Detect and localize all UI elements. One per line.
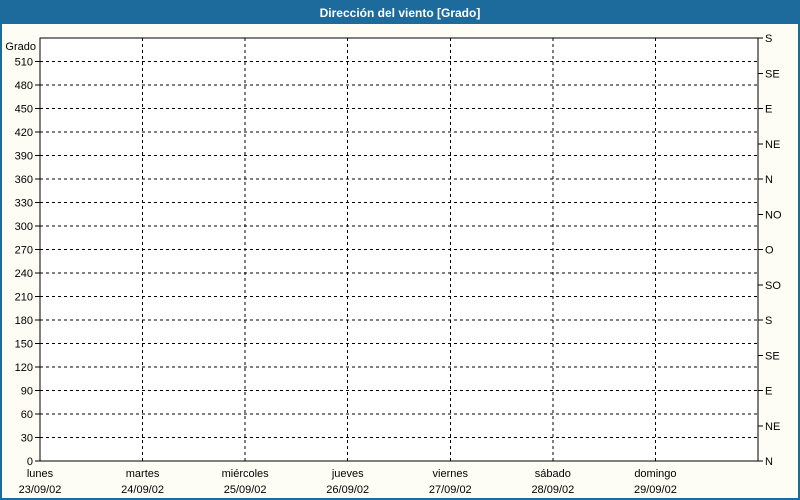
wind-direction-chart: Grado 0 30 60 90 120 150 180 210 240 270 300 330 360 3…: [5, 33, 782, 496]
x-day-label: domingo: [634, 468, 676, 480]
y-tick-label-left: 120: [15, 362, 33, 374]
y-axis-right: N NE E SE S SO O NO N NE E SE S: [758, 33, 782, 468]
y-tick-label-left: 420: [15, 127, 33, 139]
x-date-label: 26/09/02: [326, 484, 369, 496]
y-tick-label-right: SE: [765, 350, 780, 362]
chart-window: Dirección del viento [Grado] Grado 0 30 60 9…: [0, 0, 800, 500]
y-tick-label-left: 0: [27, 456, 33, 468]
window-title: Dirección del viento [Grado]: [319, 6, 481, 20]
y-tick-label-right: S: [765, 33, 772, 45]
y-tick-label-left: 300: [15, 221, 33, 233]
chart-area: Grado 0 30 60 90 120 150 180 210 240 270 300 330 360 3…: [2, 24, 798, 498]
x-day-label: miércoles: [222, 468, 270, 480]
y-tick-label-left: 480: [15, 80, 33, 92]
y-tick-label-left: 510: [15, 57, 33, 69]
y-tick-label-right: SO: [765, 280, 781, 292]
y-axis-left: Grado 0 30 60 90 120 150 180 210 240 270 300 330 360 3…: [5, 41, 40, 468]
y-tick-label-right: NE: [765, 139, 780, 151]
y-tick-label-right: SE: [765, 68, 780, 80]
x-day-label: viernes: [433, 468, 469, 480]
x-day-label: lunes: [27, 468, 54, 480]
x-day-label: sábado: [535, 468, 571, 480]
x-axis: lunes 23/09/02 martes 24/09/02 miércoles 25/0…: [19, 468, 677, 496]
y-tick-label-left: 270: [15, 245, 33, 257]
y-tick-label-left: 360: [15, 174, 33, 186]
y-tick-label-right: S: [765, 315, 772, 327]
x-date-label: 27/09/02: [429, 484, 472, 496]
y-tick-label-left: 150: [15, 339, 33, 351]
y-tick-label-left: 90: [21, 386, 33, 398]
y-tick-label-right: NO: [765, 209, 782, 221]
y-tick-label-right: N: [765, 456, 773, 468]
y-tick-label-left: 240: [15, 268, 33, 280]
y-tick-label-right: O: [765, 245, 774, 257]
title-bar: Dirección del viento [Grado]: [2, 2, 798, 24]
y-tick-label-left: 30: [21, 433, 33, 445]
y-tick-label-left: 450: [15, 104, 33, 116]
x-date-label: 29/09/02: [634, 484, 677, 496]
y-tick-label-right: NE: [765, 421, 780, 433]
x-date-label: 23/09/02: [19, 484, 62, 496]
y-tick-label-right: E: [765, 386, 772, 398]
y-axis-unit-label: Grado: [5, 41, 36, 53]
y-tick-label-right: E: [765, 104, 772, 116]
y-tick-label-right: N: [765, 174, 773, 186]
y-tick-label-left: 210: [15, 292, 33, 304]
y-tick-label-left: 390: [15, 151, 33, 163]
plot-area: [40, 38, 758, 461]
y-tick-label-left: 180: [15, 315, 33, 327]
x-day-label: martes: [126, 468, 160, 480]
y-tick-label-left: 60: [21, 409, 33, 421]
x-day-label: jueves: [331, 468, 364, 480]
y-tick-label-left: 330: [15, 198, 33, 210]
x-date-label: 28/09/02: [531, 484, 574, 496]
x-date-label: 25/09/02: [224, 484, 267, 496]
x-date-label: 24/09/02: [121, 484, 164, 496]
